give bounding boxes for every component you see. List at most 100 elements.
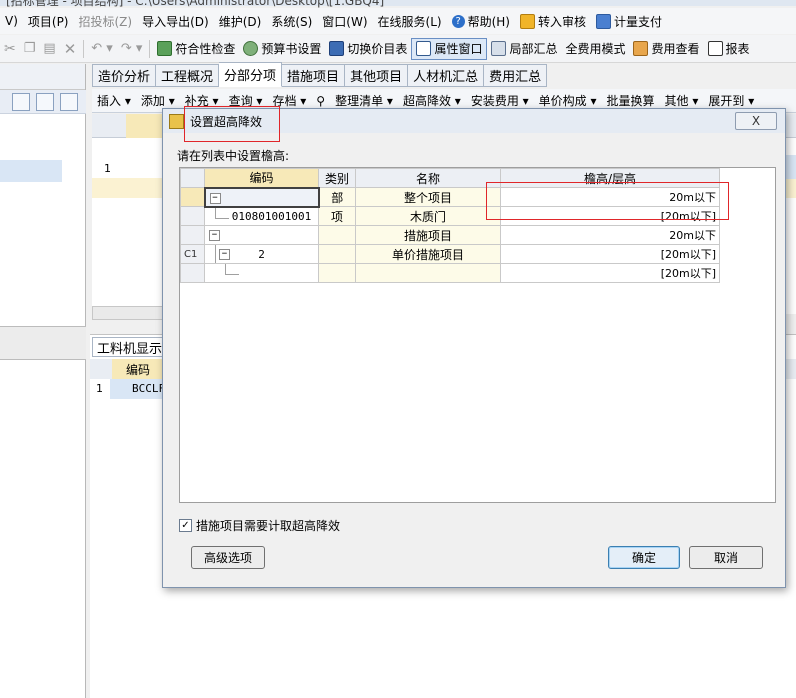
move-up-icon[interactable] bbox=[12, 93, 30, 111]
tab-other-items[interactable]: 其他项目 bbox=[345, 64, 409, 87]
row-header[interactable] bbox=[180, 225, 205, 245]
column-header-height[interactable]: 檐高/层高 bbox=[500, 168, 720, 188]
category-cell[interactable] bbox=[318, 225, 356, 245]
expand-to-button[interactable]: 展开到 ▾ bbox=[703, 92, 759, 109]
name-cell[interactable]: 单价措施项目 bbox=[355, 244, 501, 264]
row-header[interactable]: C1 bbox=[180, 244, 205, 264]
measures-checkbox[interactable]: ✓ bbox=[179, 519, 192, 532]
collapse-icon[interactable]: − bbox=[209, 192, 221, 204]
advanced-options-button[interactable]: 高级选项 bbox=[191, 546, 265, 569]
cut-icon[interactable]: ✂ bbox=[0, 38, 20, 60]
full-cost-mode-button[interactable]: 全费用模式 bbox=[561, 38, 629, 60]
code-cell[interactable]: − bbox=[203, 186, 320, 208]
row-header[interactable] bbox=[180, 206, 205, 226]
menu-view[interactable]: V) bbox=[0, 14, 23, 28]
tab-cost-analysis[interactable]: 造价分析 bbox=[92, 64, 157, 87]
query-button[interactable]: 查询 ▾ bbox=[224, 92, 268, 109]
undo-icon[interactable]: ↶ ▾ bbox=[87, 38, 117, 60]
collapse-icon[interactable]: − bbox=[219, 249, 230, 260]
left-pane-selected-item[interactable] bbox=[0, 160, 62, 182]
archive-button[interactable]: 存档 ▾ bbox=[267, 92, 311, 109]
audit-icon bbox=[519, 13, 535, 29]
name-cell[interactable]: 整个项目 bbox=[355, 187, 501, 207]
ok-button[interactable]: 确定 bbox=[608, 546, 680, 569]
code-cell[interactable]: 010801001001 bbox=[204, 206, 319, 226]
menu-system[interactable]: 系统(S) bbox=[266, 13, 317, 30]
category-cell[interactable] bbox=[318, 244, 356, 264]
report-icon bbox=[707, 41, 723, 56]
category-cell[interactable]: 项 bbox=[318, 206, 356, 226]
height-cell[interactable]: [20m以下] bbox=[500, 263, 720, 283]
collapse-icon[interactable]: − bbox=[209, 230, 220, 241]
code-cell[interactable]: − 2 bbox=[204, 244, 319, 264]
height-cell[interactable]: 20m以下 bbox=[500, 225, 720, 245]
horizontal-scrollbar[interactable] bbox=[92, 306, 172, 320]
report-button[interactable]: 报表 bbox=[704, 38, 754, 60]
organize-list-button[interactable]: 整理清单 ▾ bbox=[330, 92, 398, 109]
redo-icon[interactable]: ↷ ▾ bbox=[117, 38, 147, 60]
menu-import-export[interactable]: 导入导出(D) bbox=[137, 13, 214, 30]
height-cell[interactable]: [20m以下] bbox=[500, 206, 720, 226]
budget-settings-button[interactable]: 预算书设置 bbox=[239, 38, 325, 60]
copy-icon[interactable]: ❐ bbox=[20, 38, 40, 60]
paste-icon[interactable]: ▤ bbox=[39, 38, 59, 60]
code-cell[interactable] bbox=[204, 263, 319, 283]
collapse-up-icon[interactable] bbox=[60, 93, 78, 111]
table-row[interactable]: − 措施项目 20m以下 bbox=[180, 225, 720, 245]
category-cell[interactable]: 部 bbox=[318, 187, 356, 207]
delete-icon[interactable]: ✕ bbox=[60, 38, 81, 60]
property-window-button[interactable]: 属性窗口 bbox=[411, 37, 488, 60]
name-cell[interactable] bbox=[355, 263, 501, 283]
tab-labor-material-display[interactable]: 工料机显示 bbox=[92, 337, 168, 357]
menu-maintenance[interactable]: 维护(D) bbox=[214, 13, 267, 30]
name-cell[interactable]: 木质门 bbox=[355, 206, 501, 226]
move-down-icon[interactable] bbox=[36, 93, 54, 111]
lower-grid-code-header[interactable]: 编码 bbox=[112, 359, 164, 379]
tab-measures[interactable]: 措施项目 bbox=[282, 64, 346, 87]
height-cell[interactable]: [20m以下] bbox=[500, 244, 720, 264]
menu-window[interactable]: 窗口(W) bbox=[317, 13, 372, 30]
menu-online-service[interactable]: 在线服务(L) bbox=[373, 13, 447, 30]
add-button[interactable]: 添加 ▾ bbox=[136, 92, 180, 109]
measures-checkbox-row[interactable]: ✓ 措施项目需要计取超高降效 bbox=[179, 517, 340, 534]
tab-project-overview[interactable]: 工程概况 bbox=[156, 64, 220, 87]
cost-icon bbox=[633, 41, 649, 56]
row-header[interactable] bbox=[180, 187, 205, 207]
batch-convert-button[interactable]: 批量换算 bbox=[602, 92, 660, 109]
menu-bidding[interactable]: 招投标(Z) bbox=[74, 13, 138, 30]
insert-button[interactable]: 插入 ▾ bbox=[92, 92, 136, 109]
cost-view-button[interactable]: 费用查看 bbox=[629, 38, 703, 60]
height-cell[interactable]: 20m以下 bbox=[500, 187, 720, 207]
code-cell[interactable]: − bbox=[204, 225, 319, 245]
left-pane-splitter[interactable] bbox=[0, 326, 86, 360]
column-header-code[interactable]: 编码 bbox=[204, 168, 319, 188]
close-button[interactable]: X bbox=[735, 112, 777, 130]
cancel-button[interactable]: 取消 bbox=[689, 546, 763, 569]
menu-project[interactable]: 项目(P) bbox=[23, 13, 74, 30]
name-cell[interactable]: 措施项目 bbox=[355, 225, 501, 245]
height-efficiency-button[interactable]: 超高降效 ▾ bbox=[398, 92, 466, 109]
tab-cost-summary[interactable]: 费用汇总 bbox=[484, 64, 548, 87]
table-row[interactable]: C1 − 2 单价措施项目 [20m以下] bbox=[180, 244, 720, 264]
supplement-button[interactable]: 补充 ▾ bbox=[180, 92, 224, 109]
column-header-name[interactable]: 名称 bbox=[355, 168, 501, 188]
tab-sub-items[interactable]: 分部分项 bbox=[219, 62, 283, 87]
column-header-category[interactable]: 类别 bbox=[318, 168, 356, 188]
left-pane-tools bbox=[0, 90, 86, 114]
menu-help[interactable]: ? 帮助(H) bbox=[447, 13, 515, 30]
table-row[interactable]: 010801001001 项 木质门 [20m以下] bbox=[180, 206, 720, 226]
table-row[interactable]: − 部 整个项目 20m以下 bbox=[180, 186, 720, 208]
binoculars-icon[interactable]: ⚲ bbox=[311, 94, 330, 108]
table-row[interactable]: [20m以下] bbox=[180, 263, 720, 283]
partial-summary-button[interactable]: 局部汇总 bbox=[487, 38, 561, 60]
menu-transfer-audit[interactable]: 转入审核 bbox=[515, 13, 591, 30]
menu-payment[interactable]: 计量支付 bbox=[591, 13, 667, 30]
category-cell[interactable] bbox=[318, 263, 356, 283]
switch-price-table-button[interactable]: 切换价目表 bbox=[325, 38, 411, 60]
install-fee-button[interactable]: 安装费用 ▾ bbox=[466, 92, 534, 109]
compliance-check-button[interactable]: 符合性检查 bbox=[153, 38, 239, 60]
other-button[interactable]: 其他 ▾ bbox=[660, 92, 704, 109]
unit-price-button[interactable]: 单价构成 ▾ bbox=[534, 92, 602, 109]
row-header[interactable] bbox=[180, 263, 205, 283]
tab-labor-material-summary[interactable]: 人材机汇总 bbox=[408, 64, 485, 87]
